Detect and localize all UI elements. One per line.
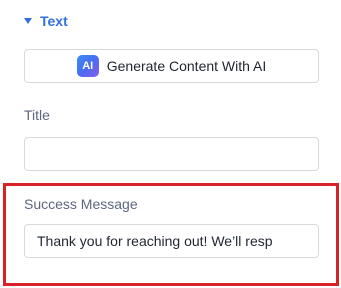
text-settings-panel: Text AI Generate Content With AI Title S… — [0, 0, 341, 288]
section-title: Text — [40, 13, 68, 29]
success-message-label: Success Message — [24, 196, 138, 212]
title-input[interactable] — [24, 137, 319, 171]
ai-icon: AI — [76, 55, 99, 77]
generate-content-label: Generate Content With AI — [106, 58, 267, 74]
title-label: Title — [24, 107, 50, 123]
caret-down-icon — [24, 18, 32, 24]
generate-content-ai-button[interactable]: AI Generate Content With AI — [24, 49, 319, 83]
text-section-toggle[interactable]: Text — [24, 11, 68, 31]
success-message-input[interactable]: Thank you for reaching out! We’ll resp — [24, 224, 319, 258]
